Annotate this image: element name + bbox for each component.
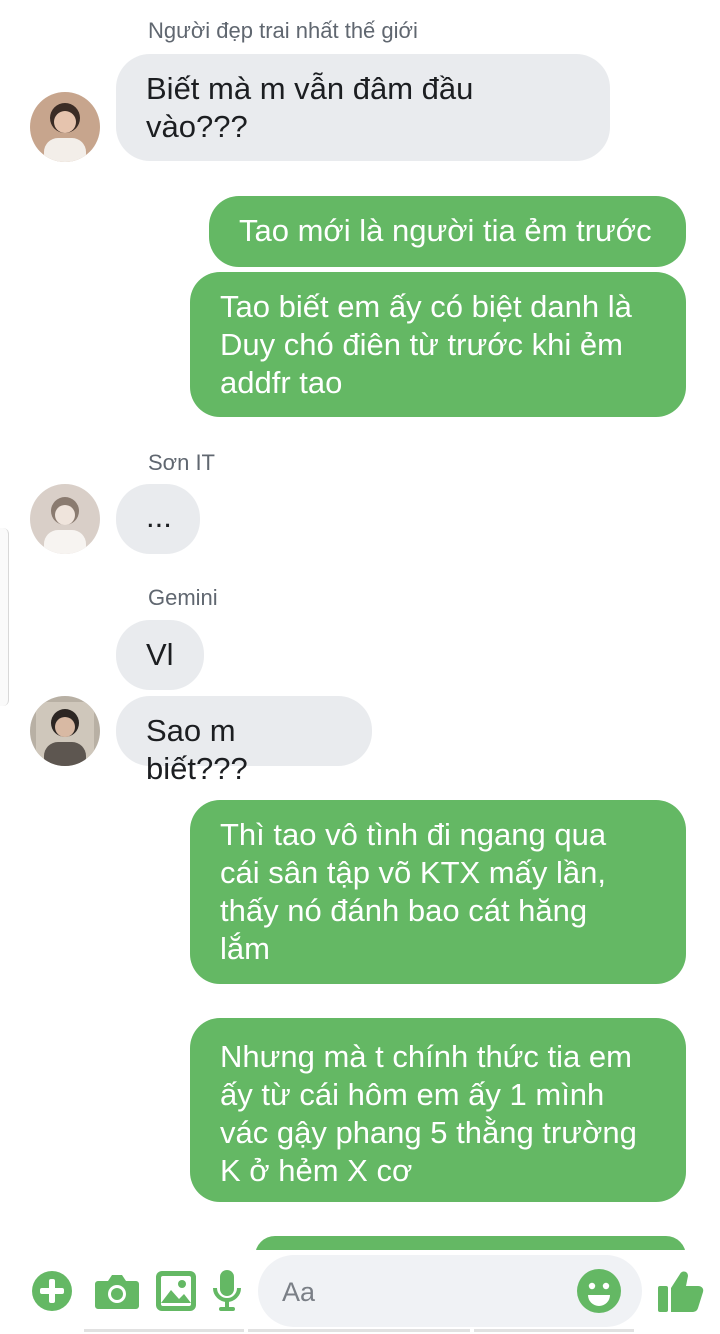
side-edge-tab[interactable] bbox=[0, 528, 9, 706]
sender-name: Gemini bbox=[148, 585, 218, 610]
gallery-icon[interactable] bbox=[155, 1270, 197, 1317]
message-line: Nhưng mà t chính thức tia em bbox=[220, 1039, 632, 1074]
message-input-container[interactable] bbox=[258, 1255, 642, 1327]
message-line: Biết mà m vẫn đâm đầu bbox=[146, 71, 474, 106]
avatar[interactable] bbox=[30, 484, 100, 554]
message-line: Vl bbox=[146, 637, 174, 672]
message-bubble-outgoing[interactable]: Thì tao vô tình đi ngang qua cái sân tập… bbox=[190, 800, 686, 984]
message-line: K ở hẻm X cơ bbox=[220, 1153, 413, 1188]
divider bbox=[248, 1329, 470, 1332]
add-icon[interactable] bbox=[31, 1270, 73, 1317]
message-line: Tao biết em ấy có biệt danh là bbox=[220, 289, 632, 324]
avatar[interactable] bbox=[30, 92, 100, 162]
message-bubble-incoming[interactable]: Vl bbox=[116, 620, 204, 690]
avatar[interactable] bbox=[30, 696, 100, 766]
message-line: thấy nó đánh bao cát hăng bbox=[220, 893, 588, 928]
message-line: cái sân tập võ KTX mấy lần, bbox=[220, 855, 606, 890]
message-line: lắm bbox=[220, 931, 270, 966]
message-line: Duy chó điên từ trước khi ẻm bbox=[220, 327, 623, 362]
message-line: Thì tao vô tình đi ngang qua bbox=[220, 817, 607, 852]
message-bubble-outgoing[interactable]: Tao biết em ấy có biệt danh là Duy chó đ… bbox=[190, 272, 686, 417]
message-line: Sao m biết??? bbox=[146, 713, 248, 786]
microphone-icon[interactable] bbox=[212, 1268, 242, 1319]
message-line: vác gậy phang 5 thằng trường bbox=[220, 1115, 637, 1150]
sender-name: Sơn IT bbox=[148, 450, 215, 475]
message-line: vào??? bbox=[146, 109, 248, 144]
message-bubble-incoming[interactable]: Sao m biết??? bbox=[116, 696, 372, 786]
message-bubble-outgoing[interactable]: Nhưng mà t chính thức tia em ấy từ cái h… bbox=[190, 1018, 686, 1202]
emoji-icon[interactable] bbox=[576, 1268, 622, 1319]
thumbs-up-icon[interactable] bbox=[656, 1266, 704, 1319]
message-input[interactable] bbox=[280, 1273, 574, 1311]
message-line: Tao mới là người tia ẻm trước bbox=[239, 213, 652, 248]
divider bbox=[474, 1329, 634, 1332]
camera-icon[interactable] bbox=[94, 1271, 140, 1316]
divider bbox=[84, 1329, 244, 1332]
message-line: ... bbox=[146, 499, 172, 534]
message-bubble-incoming[interactable]: Biết mà m vẫn đâm đầu vào??? bbox=[116, 54, 610, 161]
message-line: ấy từ cái hôm em ấy 1 mình bbox=[220, 1077, 605, 1112]
message-bubble-incoming[interactable]: ... bbox=[116, 484, 200, 554]
sender-name: Người đẹp trai nhất thế giới bbox=[148, 18, 418, 43]
message-line: addfr tao bbox=[220, 365, 343, 400]
message-bubble-outgoing[interactable]: Tao mới là người tia ẻm trước bbox=[209, 196, 686, 267]
